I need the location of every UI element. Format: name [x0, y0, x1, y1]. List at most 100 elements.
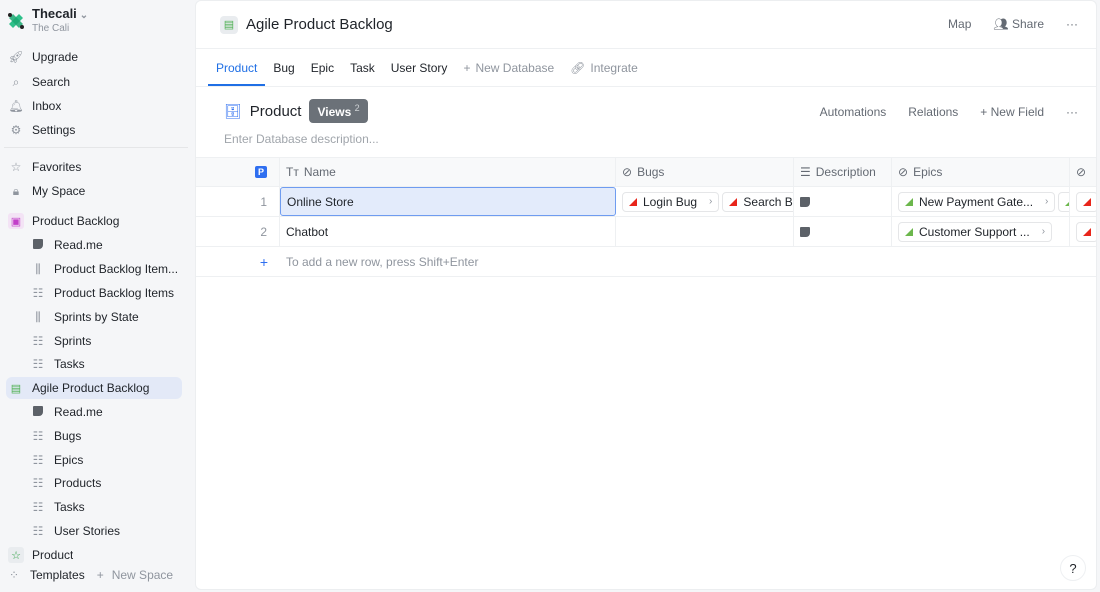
relation-icon: ⊘ [622, 165, 633, 179]
sidebar-item-readme[interactable]: Read.me [28, 401, 182, 423]
database-title: Product [249, 102, 302, 120]
table-row[interactable]: 2 Chatbot Customer Support ... › [196, 217, 1096, 247]
database-icon: 🗄︎ [224, 102, 242, 119]
sidebar-item-my-space[interactable]: 🔒︎ My Space [6, 180, 182, 202]
note-icon [800, 226, 810, 237]
description-cell[interactable] [794, 187, 892, 216]
search-icon: ⌕ [12, 74, 20, 89]
sidebar-item-pbi-kanban[interactable]: ⫼ Product Backlog Item... [28, 258, 182, 280]
new-field-button[interactable]: + New Field [980, 105, 1044, 119]
table-icon: ☷ [32, 500, 44, 514]
help-button[interactable]: ? [1060, 555, 1086, 581]
sidebar-item-favorites[interactable]: ☆ Favorites [6, 156, 182, 178]
tab-epic[interactable]: Epic [303, 49, 342, 86]
header-actions: Map 👥︎ Share ··· [948, 17, 1078, 31]
database-more-button[interactable]: ··· [1066, 105, 1078, 119]
link-icon: 🔗︎ [570, 60, 586, 75]
plus-icon: + [259, 253, 268, 270]
epic-chip[interactable]: New Payment Gate... › [898, 191, 1056, 212]
plus-icon: + [980, 105, 991, 119]
tab-product[interactable]: Product [208, 49, 266, 86]
epics-cell[interactable]: Customer Support ... › [892, 217, 1070, 246]
sidebar-item-epics[interactable]: ☷ Epics [28, 449, 182, 471]
map-button[interactable]: Map [948, 17, 971, 31]
sidebar-item-upgrade[interactable]: 🚀︎ Upgrade [6, 46, 182, 68]
relations-button[interactable]: Relations [908, 105, 958, 119]
row-index: 2 [196, 217, 280, 246]
bug-chip[interactable]: Login Bug › [622, 191, 720, 212]
select-all-cell[interactable]: P [196, 158, 280, 186]
task-chip[interactable] [1076, 191, 1096, 212]
views-button[interactable]: Views 2 [309, 99, 368, 123]
add-row[interactable]: + To add a new row, press Shift+Enter [196, 247, 1096, 277]
column-header-bugs[interactable]: ⊘ Bugs [616, 158, 794, 186]
epics-cell[interactable]: New Payment Gate... › [892, 187, 1070, 216]
sidebar-item-search[interactable]: ⌕ Search [6, 71, 182, 93]
sidebar-footer: ⁘ Templates + New Space [6, 568, 173, 582]
description-cell[interactable] [794, 217, 892, 246]
priority-low-icon [905, 227, 913, 236]
sidebar-space-agile-product-backlog[interactable]: ▤ Agile Product Backlog [6, 377, 182, 399]
priority-low-icon [905, 197, 913, 206]
integrate-button[interactable]: 🔗︎ Integrate [562, 49, 646, 86]
share-button[interactable]: 👥︎ Share [993, 17, 1044, 31]
row-index: 1 [196, 187, 280, 216]
tab-task[interactable]: Task [342, 49, 383, 86]
workspace-subtitle: The Cali [32, 23, 70, 34]
table-row[interactable]: 1 Online Store Login Bug › Search Bu New … [196, 187, 1096, 217]
task-chip[interactable] [1076, 221, 1096, 242]
templates-icon: ⁘ [8, 568, 20, 582]
automations-button[interactable]: Automations [820, 105, 887, 119]
page-title: Agile Product Backlog [246, 16, 393, 33]
column-header-next[interactable]: ⊘ [1070, 158, 1096, 186]
priority-high-icon [1083, 227, 1091, 236]
templates-button[interactable]: Templates [30, 568, 85, 582]
primary-badge-icon: P [255, 166, 267, 178]
bug-chip[interactable]: Search Bu [722, 191, 793, 212]
priority-high-icon [629, 197, 637, 206]
space-icon: ▣ [8, 213, 24, 229]
name-cell[interactable]: Chatbot [280, 217, 616, 246]
sidebar-item-bugs[interactable]: ☷ Bugs [28, 425, 182, 447]
sidebar-item-sprints-by-state[interactable]: ⫼ Sprints by State [28, 306, 182, 328]
sidebar-item-products[interactable]: ☷ Products [28, 472, 182, 494]
bugs-cell[interactable]: Login Bug › Search Bu [616, 187, 794, 216]
chevron-right-icon: › [709, 196, 713, 207]
sidebar-item-tasks[interactable]: ☷ Tasks [28, 353, 182, 375]
agile-backlog-icon: ▤ [220, 15, 238, 34]
sidebar-item-readme[interactable]: Read.me [28, 234, 182, 256]
sidebar-space-product[interactable]: ☆ Product [6, 544, 182, 566]
chevron-down-icon: ⌄ [79, 10, 89, 21]
more-button[interactable]: ··· [1066, 17, 1078, 31]
sidebar-item-pbi[interactable]: ☷ Product Backlog Items [28, 282, 182, 304]
next-cell[interactable] [1070, 217, 1096, 246]
lock-icon: 🔒︎ [12, 183, 20, 198]
table-icon: ☷ [32, 453, 44, 467]
sidebar-item-tasks[interactable]: ☷ Tasks [28, 496, 182, 518]
sidebar-item-inbox[interactable]: 🔔︎ Inbox [6, 95, 182, 117]
new-database-button[interactable]: + New Database [455, 49, 562, 86]
tab-user-story[interactable]: User Story [383, 49, 456, 86]
workspace-switcher[interactable]: Thecali ⌄ The Cali [6, 6, 88, 35]
database-description-input[interactable]: Enter Database description... [224, 132, 379, 146]
next-cell[interactable] [1070, 187, 1096, 216]
sidebar-item-sprints[interactable]: ☷ Sprints [28, 330, 182, 352]
epic-chip[interactable] [1058, 191, 1069, 212]
epic-chip[interactable]: Customer Support ... › [898, 221, 1053, 242]
relation-icon: ⊘ [898, 165, 909, 179]
column-header-name[interactable]: Tт Name [280, 158, 616, 186]
name-cell[interactable]: Online Store [280, 187, 616, 216]
add-row-button[interactable]: + [196, 247, 280, 276]
bugs-cell[interactable] [616, 217, 794, 246]
chevron-right-icon: › [1041, 226, 1046, 237]
tab-bug[interactable]: Bug [265, 49, 302, 86]
priority-high-icon [729, 197, 738, 206]
sidebar-space-product-backlog[interactable]: ▣ Product Backlog [6, 210, 182, 232]
kanban-icon: ⫼ [35, 309, 41, 324]
sidebar-item-user-stories[interactable]: ☷ User Stories [28, 520, 182, 542]
column-header-description[interactable]: ☰ Description [794, 158, 892, 186]
data-table: P Tт Name ⊘ Bugs ☰ Description ⊘ Epics ⊘ 1 O… [196, 157, 1096, 277]
new-space-button[interactable]: New Space [112, 568, 173, 582]
sidebar-item-settings[interactable]: ⚙ Settings [6, 119, 182, 141]
column-header-epics[interactable]: ⊘ Epics [892, 158, 1070, 186]
